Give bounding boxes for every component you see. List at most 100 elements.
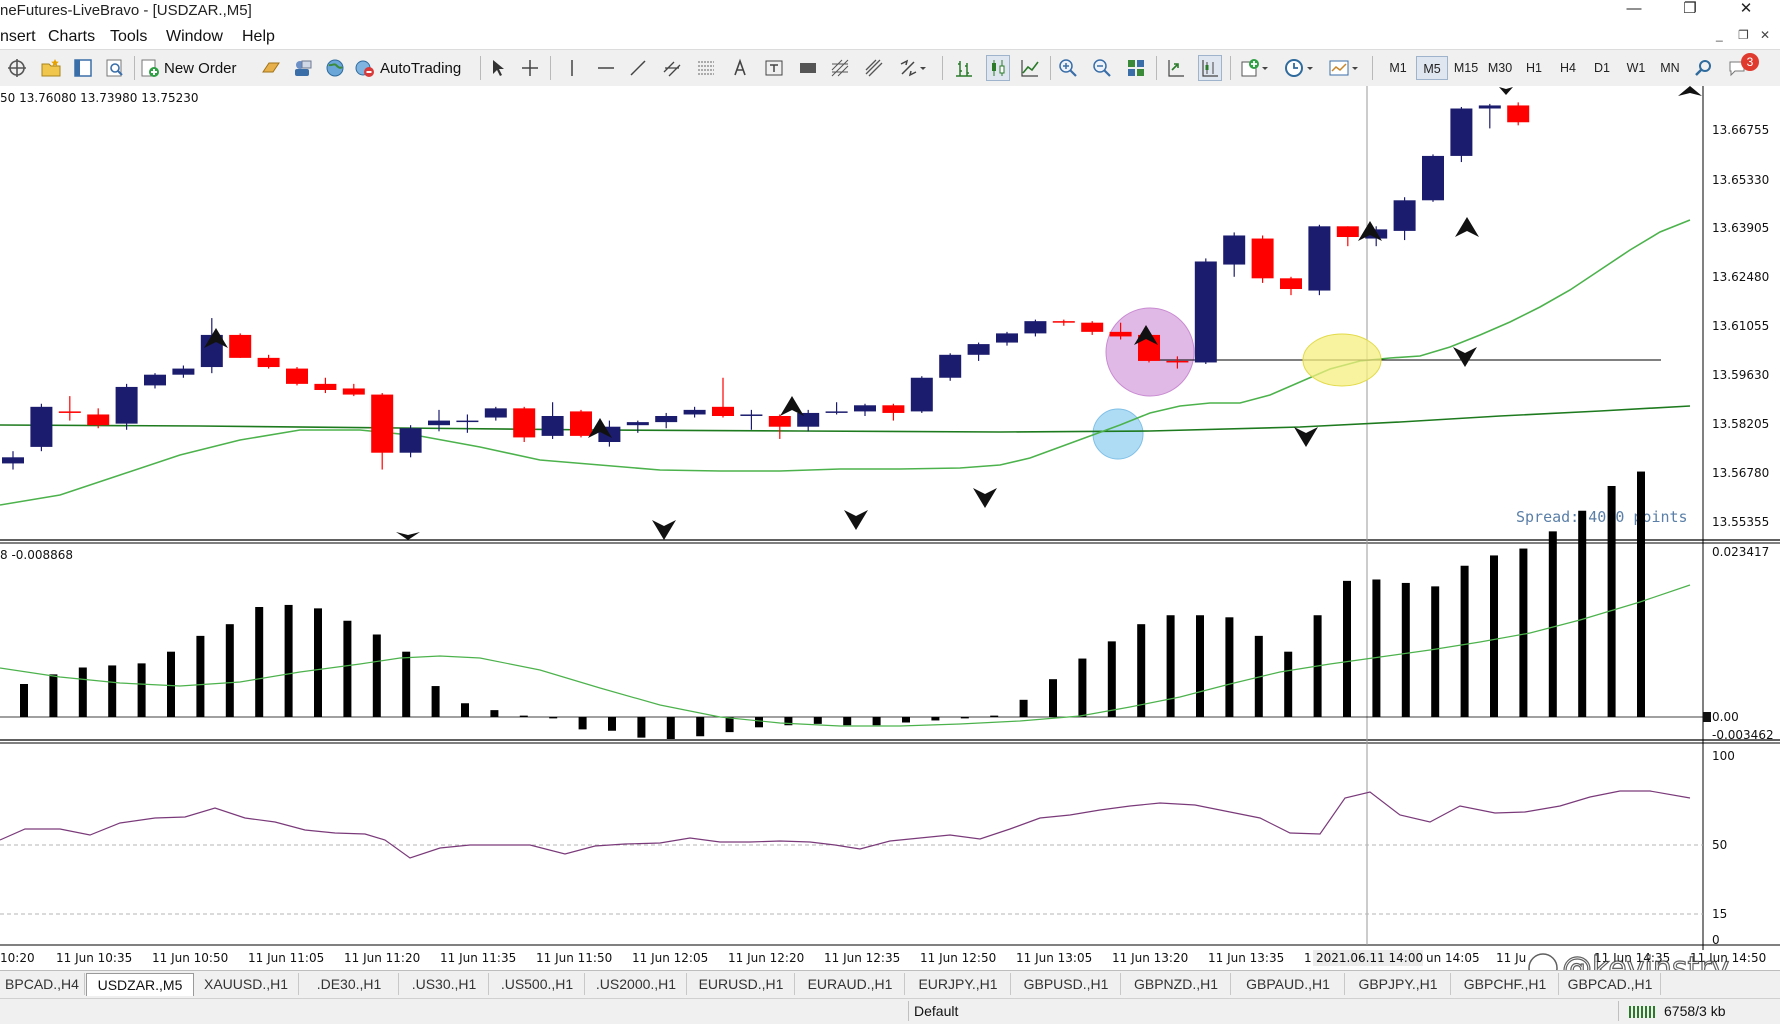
timeframe-m5[interactable]: M5 <box>1416 56 1448 80</box>
bullish-candle[interactable] <box>172 368 195 375</box>
trendline-tool-button[interactable] <box>626 55 650 81</box>
bullish-candle[interactable] <box>30 406 53 447</box>
crosshair-tool-button[interactable] <box>518 55 542 81</box>
menu-help[interactable]: Help <box>242 28 275 46</box>
market-watch-button[interactable] <box>102 55 128 81</box>
timeframe-h4[interactable]: H4 <box>1552 56 1584 80</box>
tab-gbpnzd-h1[interactable]: GBPNZD.,H1 <box>1122 973 1231 995</box>
terminal-button[interactable] <box>290 55 316 81</box>
vertical-line-tool-button[interactable] <box>560 55 584 81</box>
bearish-candle[interactable] <box>1166 360 1189 363</box>
timeframe-w1[interactable]: W1 <box>1620 56 1652 80</box>
menu-charts[interactable]: Charts <box>48 28 95 46</box>
bearish-candle[interactable] <box>1109 331 1132 337</box>
bullish-candle[interactable] <box>740 414 763 416</box>
bullish-candle[interactable] <box>967 344 990 355</box>
search-button[interactable] <box>1692 55 1716 81</box>
zoom-in-button[interactable] <box>1056 55 1080 81</box>
mdi-minimize-button[interactable]: _ <box>1716 28 1723 42</box>
arrows-dropdown-button[interactable] <box>896 55 930 81</box>
navigator-button[interactable] <box>70 55 96 81</box>
tab-gbpcad-h1[interactable]: GBPCAD.,H1 <box>1560 973 1661 995</box>
bearish-candle[interactable] <box>712 406 734 416</box>
timeframe-h1[interactable]: H1 <box>1518 56 1550 80</box>
tab-usdzar-m5[interactable]: USDZAR.,M5 <box>86 973 194 996</box>
tab-de30-h1[interactable]: .DE30.,H1 <box>300 973 399 995</box>
bullish-candle[interactable] <box>626 422 649 426</box>
indicators-dropdown-button[interactable] <box>1238 55 1274 81</box>
bearish-candle[interactable] <box>1507 105 1530 123</box>
menu-tools[interactable]: Tools <box>110 28 147 46</box>
expert-button[interactable] <box>258 55 284 81</box>
bearish-candle[interactable] <box>58 411 81 413</box>
bullish-candle[interactable] <box>996 333 1018 343</box>
bullish-candle[interactable] <box>484 408 507 418</box>
horizontal-line-tool-button[interactable] <box>594 55 618 81</box>
tab-xauusd-h1[interactable]: XAUUSD.,H1 <box>194 973 299 995</box>
bearish-candle[interactable] <box>768 415 791 427</box>
tab-us500-h1[interactable]: .US500.,H1 <box>490 973 585 995</box>
timeframe-mn[interactable]: MN <box>1654 56 1686 80</box>
bullish-candle[interactable] <box>1422 155 1444 201</box>
bullish-candle[interactable] <box>456 420 479 423</box>
bearish-candle[interactable] <box>229 334 252 358</box>
timeframe-m15[interactable]: M15 <box>1450 56 1482 80</box>
rectangle-tool-button[interactable] <box>796 55 820 81</box>
open-folder-button[interactable] <box>38 55 64 81</box>
bar-chart-button[interactable] <box>952 55 976 81</box>
tab-us30-h1[interactable]: .US30.,H1 <box>400 973 489 995</box>
bullish-candle[interactable] <box>1024 321 1047 334</box>
close-button[interactable]: ✕ <box>1726 0 1766 20</box>
bullish-candle[interactable] <box>797 412 820 427</box>
bullish-candle[interactable] <box>1223 235 1246 265</box>
tab-bpcad-h4[interactable]: BPCAD.,H4 <box>0 973 85 995</box>
mdi-close-button[interactable]: ✕ <box>1760 28 1770 42</box>
bearish-candle[interactable] <box>1280 278 1302 290</box>
new-order-button[interactable]: New Order <box>140 55 252 81</box>
bullish-candle[interactable] <box>1450 108 1473 156</box>
price-chart[interactable]: 50 13.76080 13.73980 13.75230 Spread: 40… <box>0 86 1780 970</box>
line-chart-button[interactable] <box>1018 55 1042 81</box>
tab-eurusd-h1[interactable]: EURUSD.,H1 <box>688 973 795 995</box>
timeframe-m1[interactable]: M1 <box>1382 56 1414 80</box>
templates-dropdown-button[interactable] <box>1326 55 1362 81</box>
menu-window[interactable]: Window <box>166 28 223 46</box>
text-label-tool-button[interactable] <box>762 55 786 81</box>
auto-scroll-button[interactable] <box>1164 55 1188 81</box>
text-tool-button[interactable] <box>728 55 752 81</box>
signals-button[interactable] <box>322 55 348 81</box>
bullish-candle[interactable] <box>428 420 450 426</box>
zoom-out-button[interactable] <box>1090 55 1114 81</box>
bearish-candle[interactable] <box>257 357 280 368</box>
timeframe-m30[interactable]: M30 <box>1484 56 1516 80</box>
bullish-candle[interactable] <box>399 428 422 453</box>
tab-eurjpy-h1[interactable]: EURJPY.,H1 <box>906 973 1011 995</box>
tab-gbpaud-h1[interactable]: GBPAUD.,H1 <box>1232 973 1345 995</box>
tab-gbpjpy-h1[interactable]: GBPJPY.,H1 <box>1346 973 1451 995</box>
bearish-candle[interactable] <box>513 408 536 438</box>
bullish-candle[interactable] <box>910 377 933 412</box>
bearish-candle[interactable] <box>570 411 592 436</box>
bullish-candle[interactable] <box>541 415 564 436</box>
bearish-candle[interactable] <box>882 405 905 413</box>
bullish-candle[interactable] <box>1194 261 1217 363</box>
bearish-candle[interactable] <box>314 383 337 390</box>
bearish-candle[interactable] <box>286 368 308 384</box>
restore-button[interactable]: ❐ <box>1670 0 1710 20</box>
tab-gbpchf-h1[interactable]: GBPCHF.,H1 <box>1452 973 1559 995</box>
bearish-candle[interactable] <box>1081 322 1104 332</box>
bearish-candle[interactable] <box>371 394 394 453</box>
periods-dropdown-button[interactable] <box>1282 55 1318 81</box>
bullish-candle[interactable] <box>144 374 166 386</box>
bearish-candle[interactable] <box>1052 321 1075 323</box>
bullish-candle[interactable] <box>2 457 24 464</box>
tile-windows-button[interactable] <box>1124 55 1148 81</box>
timeframe-d1[interactable]: D1 <box>1586 56 1618 80</box>
bullish-candle[interactable] <box>1393 200 1416 231</box>
mdi-restore-button[interactable]: ❐ <box>1738 28 1749 42</box>
bearish-candle[interactable] <box>87 414 110 426</box>
bullish-candle[interactable] <box>655 415 678 423</box>
tab-us2000-h1[interactable]: .US2000.,H1 <box>586 973 687 995</box>
fibonacci-tool-button[interactable] <box>694 55 718 81</box>
candlestick-chart-button[interactable] <box>986 55 1010 81</box>
